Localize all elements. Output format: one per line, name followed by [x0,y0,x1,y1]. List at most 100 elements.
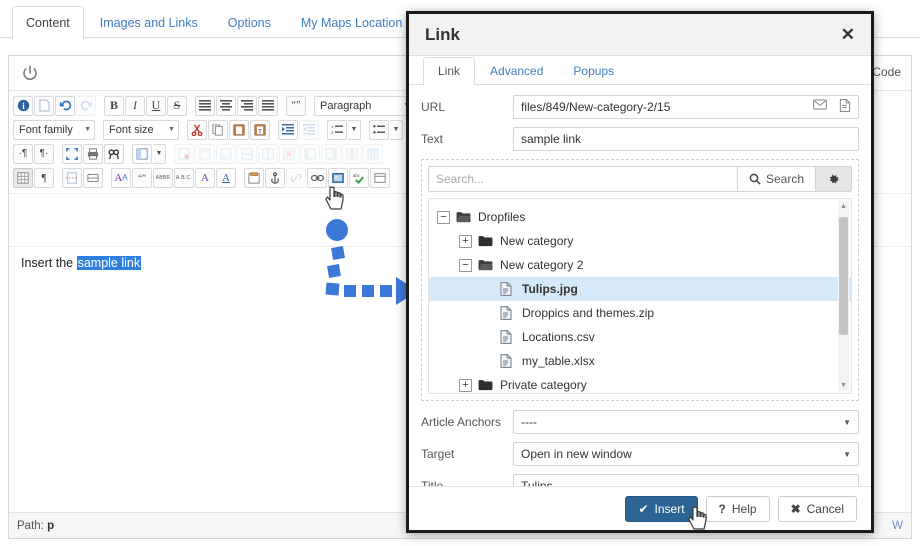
anchors-select[interactable]: ---- ▼ [513,410,859,434]
table-row-delete-icon[interactable] [174,144,194,164]
ordered-list-options-icon[interactable]: ▼ [348,120,361,140]
page-break-icon[interactable] [62,168,82,188]
tree-file-item[interactable]: Droppics and themes.zip [429,301,851,325]
readmore-icon[interactable] [83,168,103,188]
row-after-icon[interactable] [216,144,236,164]
scroll-down-icon[interactable]: ▼ [838,380,849,391]
align-center-icon[interactable] [216,96,236,116]
editor-tab-2[interactable]: Options [214,6,285,38]
code-button[interactable]: Code [872,65,901,79]
col-after-icon[interactable] [321,144,341,164]
italic-icon[interactable]: I [125,96,145,116]
unordered-list-options-icon[interactable]: ▼ [390,120,403,140]
ltr-icon[interactable]: ·¶ [13,144,33,164]
cancel-button[interactable]: ✖ Cancel [778,496,857,522]
row-before-icon[interactable] [195,144,215,164]
editor-tab-0[interactable]: Content [12,6,84,39]
cell-props-icon[interactable] [279,144,299,164]
tree-folder-item[interactable]: −Dropfiles [429,205,851,229]
tree-expand-icon[interactable]: + [459,379,472,392]
unordered-list-icon[interactable] [369,120,389,140]
tree-collapse-icon[interactable]: − [459,259,472,272]
insert-button[interactable]: ✔ Insert [625,496,697,522]
scroll-up-icon[interactable]: ▲ [838,201,849,212]
tree-file-item[interactable]: Tulips.jpg [429,277,851,301]
target-select[interactable]: Open in new window ▼ [513,442,859,466]
remove-format-icon[interactable]: A [195,168,215,188]
help-icon[interactable]: i [13,96,33,116]
file-search-button[interactable]: Search [737,166,816,192]
quote-icon[interactable]: “” [132,168,152,188]
spellcheck-icon[interactable]: abc [349,168,369,188]
blockquote-icon[interactable]: “” [286,96,306,116]
new-document-icon[interactable] [34,96,54,116]
paste-text-icon[interactable]: T [250,120,270,140]
abbr-icon[interactable]: ABBR [153,168,173,188]
editor-toggle-icon[interactable] [370,168,390,188]
align-justify-icon[interactable] [258,96,278,116]
fullscreen-icon[interactable] [62,144,82,164]
cell-merge-icon[interactable] [237,144,257,164]
cut-icon[interactable] [187,120,207,140]
power-icon[interactable] [21,64,39,82]
browse-file-icon[interactable] [839,99,851,115]
font-color-icon[interactable]: AA [111,168,131,188]
align-right-icon[interactable] [237,96,257,116]
table-icon[interactable] [132,144,152,164]
text-color-icon[interactable]: A [216,168,236,188]
dialog-tab-2[interactable]: Popups [558,57,629,84]
file-tree-container[interactable]: −Dropfiles+New category−New category 2Tu… [428,198,852,394]
close-icon[interactable]: ✕ [841,26,855,43]
unlink-icon[interactable] [286,168,306,188]
table-props-icon[interactable] [363,144,383,164]
pilcrow-icon[interactable]: ¶ [34,168,54,188]
table-grid-icon[interactable] [13,168,33,188]
fontsize-select[interactable]: Font size ▼ [103,120,179,140]
link-icon[interactable] [307,168,327,188]
dialog-tab-1[interactable]: Advanced [475,57,558,84]
redo-icon[interactable] [76,96,96,116]
dialog-tab-0[interactable]: Link [423,57,475,85]
tree-folder-item[interactable]: +Private category [429,373,851,394]
search-replace-icon[interactable] [104,144,124,164]
url-input[interactable] [513,95,859,119]
print-icon[interactable] [83,144,103,164]
strikethrough-icon[interactable]: S [167,96,187,116]
file-browser-settings-button[interactable] [816,166,852,192]
paste-icon[interactable] [229,120,249,140]
text-input[interactable] [513,127,859,151]
editor-tab-3[interactable]: My Maps Location [287,6,416,38]
email-link-icon[interactable] [813,99,827,115]
col-before-icon[interactable] [300,144,320,164]
undo-icon[interactable] [55,96,75,116]
format-select[interactable]: Paragraph ▼ [314,96,414,116]
anchor-icon[interactable] [265,168,285,188]
col-delete-icon[interactable] [342,144,362,164]
ordered-list-icon[interactable]: 12 [327,120,347,140]
tree-file-item[interactable]: Locations.csv [429,325,851,349]
status-path-value[interactable]: p [47,520,54,532]
scrollbar-thumb[interactable] [839,217,848,335]
cell-split-icon[interactable] [258,144,278,164]
tree-collapse-icon[interactable]: − [437,211,450,224]
image-icon[interactable] [328,168,348,188]
table-options-icon[interactable]: ▼ [153,144,166,164]
underline-icon[interactable]: U [146,96,166,116]
bold-icon[interactable]: B [104,96,124,116]
indent-icon[interactable] [278,120,298,140]
tree-expand-icon[interactable]: + [459,235,472,248]
file-search-input[interactable] [428,166,737,192]
editor-tab-1[interactable]: Images and Links [86,6,212,38]
align-left-icon[interactable] [195,96,215,116]
tree-folder-item[interactable]: −New category 2 [429,253,851,277]
copy-icon[interactable] [208,120,228,140]
acronym-icon[interactable]: A.B.C. [174,168,194,188]
fontfamily-select[interactable]: Font family ▼ [13,120,95,140]
file-tree-scrollbar[interactable]: ▲ ▼ [838,201,849,391]
help-button[interactable]: ? Help [706,496,770,522]
template-icon[interactable] [244,168,264,188]
tree-folder-item[interactable]: +New category [429,229,851,253]
rtl-icon[interactable]: ¶· [34,144,54,164]
outdent-icon[interactable] [299,120,319,140]
tree-file-item[interactable]: my_table.xlsx [429,349,851,373]
